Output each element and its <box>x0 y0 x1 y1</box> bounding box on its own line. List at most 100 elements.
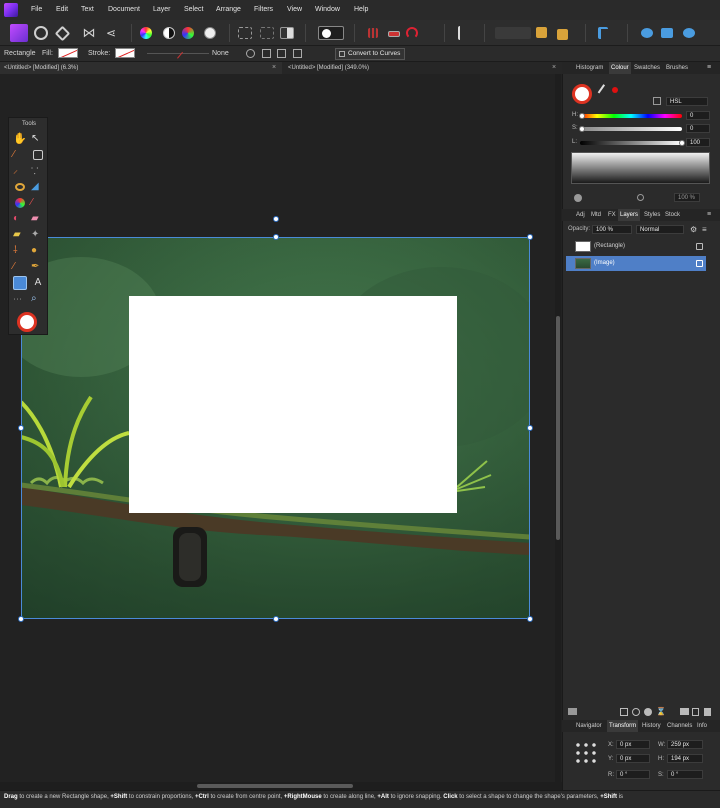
snapping-options-icon[interactable] <box>388 31 400 37</box>
lightness-slider-knob[interactable] <box>679 140 685 146</box>
tab-fx[interactable]: FX <box>608 209 616 221</box>
handle-left[interactable] <box>18 425 24 431</box>
menu-window[interactable]: Window <box>315 0 340 20</box>
colour-panel-menu-icon[interactable]: ≡ <box>707 62 711 74</box>
export-persona-icon[interactable]: ⋖ <box>102 24 120 42</box>
flood-select-icon[interactable]: ⸪ <box>31 164 45 178</box>
layer-row-image[interactable]: (Image) <box>566 256 706 271</box>
gradient-icon[interactable] <box>15 198 25 208</box>
layer-visibility-checkbox[interactable] <box>696 260 703 267</box>
y-value[interactable]: 0 px <box>616 754 650 763</box>
hue-slider-knob[interactable] <box>579 113 585 119</box>
anchor-point-selector[interactable] <box>574 741 598 765</box>
transform-origin-icon[interactable] <box>262 49 271 58</box>
boolean-subtract-icon[interactable] <box>661 28 673 38</box>
insert-behind-icon[interactable] <box>536 27 547 38</box>
red-eye-icon[interactable]: ⁄ <box>13 260 27 274</box>
tab-metadata[interactable]: Mtd <box>591 209 601 221</box>
tab-brushes[interactable]: Brushes <box>666 62 688 74</box>
doc-tab-2-close-icon[interactable]: × <box>552 62 556 74</box>
photo-persona-icon[interactable] <box>10 24 28 42</box>
tab-histogram[interactable]: Histogram <box>576 62 603 74</box>
bounding-box-icon[interactable] <box>293 49 302 58</box>
liquify-persona-icon[interactable] <box>34 26 48 40</box>
x-value[interactable]: 0 px <box>616 740 650 749</box>
tab-layers[interactable]: Layers <box>618 209 641 221</box>
tab-history[interactable]: History <box>642 720 661 732</box>
colour-lock-icon[interactable] <box>653 97 661 105</box>
smudge-icon[interactable]: ✦ <box>31 228 45 242</box>
crop-icon[interactable] <box>33 150 43 160</box>
tab-channels[interactable]: Channels <box>667 720 692 732</box>
h-size-value[interactable]: 194 px <box>667 754 703 763</box>
blend-mode-select[interactable]: Normal <box>636 225 684 234</box>
assistant-icon[interactable] <box>458 26 466 40</box>
s-shear-value[interactable]: 0 ° <box>667 770 703 779</box>
tab-swatches[interactable]: Swatches <box>634 62 660 74</box>
tab-stock[interactable]: Stock <box>665 209 680 221</box>
grid-snap-icon[interactable] <box>368 28 378 38</box>
move-icon[interactable]: ↖ <box>31 132 45 146</box>
dodge-icon[interactable]: ◐ <box>13 212 27 226</box>
colour-picker-icon[interactable]: ⁄ <box>13 148 27 162</box>
r-value[interactable]: 0 ° <box>616 770 650 779</box>
layers-panel-menu-icon[interactable]: ≡ <box>707 209 711 221</box>
handle-right[interactable] <box>527 425 533 431</box>
mesh-warp-icon[interactable]: ⋯ <box>13 292 27 306</box>
stroke-swatch[interactable] <box>115 48 135 58</box>
boolean-add-icon[interactable] <box>641 28 653 38</box>
fill-swatch[interactable] <box>58 48 78 58</box>
selection-brush-icon[interactable]: ⸝ <box>13 164 27 178</box>
colour-opacity-value[interactable]: 100 % <box>674 193 700 202</box>
add-group-icon[interactable] <box>680 708 689 715</box>
marquee-select-icon[interactable] <box>238 27 252 39</box>
text-icon[interactable]: A <box>31 276 45 290</box>
menu-edit[interactable]: Edit <box>56 0 68 20</box>
tone-mapping-persona-icon[interactable]: ⋈ <box>80 24 98 42</box>
healing-icon[interactable]: ⸸ <box>13 244 27 258</box>
live-filter-icon[interactable] <box>644 708 652 716</box>
horizontal-scroll-thumb[interactable] <box>197 784 353 788</box>
insert-inside-icon[interactable] <box>557 29 568 40</box>
blemish-icon[interactable]: ● <box>31 244 45 258</box>
tab-adjustments[interactable]: Adj <box>576 209 585 221</box>
h-value[interactable]: 0 <box>686 111 710 120</box>
layer-opacity-value[interactable]: 100 % <box>592 225 632 234</box>
tab-info[interactable]: Info <box>697 720 707 732</box>
rectangle-tool-icon[interactable] <box>13 276 27 290</box>
auto-white-balance-icon[interactable] <box>204 27 216 39</box>
opacity-knob-icon[interactable] <box>637 194 644 201</box>
saturation-slider-knob[interactable] <box>579 126 585 132</box>
invert-selection-icon[interactable] <box>280 27 294 39</box>
menu-help[interactable]: Help <box>354 0 368 20</box>
auto-contrast-icon[interactable] <box>163 27 175 39</box>
handle-top-right[interactable] <box>527 234 533 240</box>
rotate-handle[interactable] <box>273 216 279 222</box>
tab-transform[interactable]: Transform <box>607 720 639 732</box>
tab-navigator[interactable]: Navigator <box>576 720 602 732</box>
proportions-icon[interactable] <box>277 49 286 58</box>
doc-tab-1-close-icon[interactable]: × <box>272 62 276 74</box>
menu-document[interactable]: Document <box>108 0 140 20</box>
menu-select[interactable]: Select <box>184 0 203 20</box>
handle-top[interactable] <box>273 234 279 240</box>
arrange-group-icon[interactable] <box>495 27 531 39</box>
auto-levels-icon[interactable] <box>140 27 152 39</box>
layer-row-rectangle[interactable]: (Rectangle) <box>566 239 706 254</box>
eraser-icon[interactable]: ▰ <box>31 212 45 226</box>
boolean-intersect-icon[interactable] <box>683 28 695 38</box>
handle-bottom[interactable] <box>273 616 279 622</box>
fill-stroke-colour-icon[interactable] <box>17 312 37 332</box>
doc-tab-2[interactable]: <Untitled> [Modified] (349.0%) <box>284 62 562 74</box>
brush-icon[interactable]: ⁄ <box>31 196 45 210</box>
menu-file[interactable]: File <box>31 0 42 20</box>
handle-bottom-right[interactable] <box>527 616 533 622</box>
tab-styles[interactable]: Styles <box>644 209 660 221</box>
menu-filters[interactable]: Filters <box>254 0 273 20</box>
clone-icon[interactable]: ▰ <box>13 228 27 242</box>
gear-icon[interactable]: ⚙ <box>690 225 697 234</box>
lightness-slider[interactable] <box>580 141 682 145</box>
colour-fill-stroke-icon[interactable] <box>572 84 592 104</box>
colour-model-select[interactable]: HSL <box>666 97 708 106</box>
menu-view[interactable]: View <box>287 0 302 20</box>
